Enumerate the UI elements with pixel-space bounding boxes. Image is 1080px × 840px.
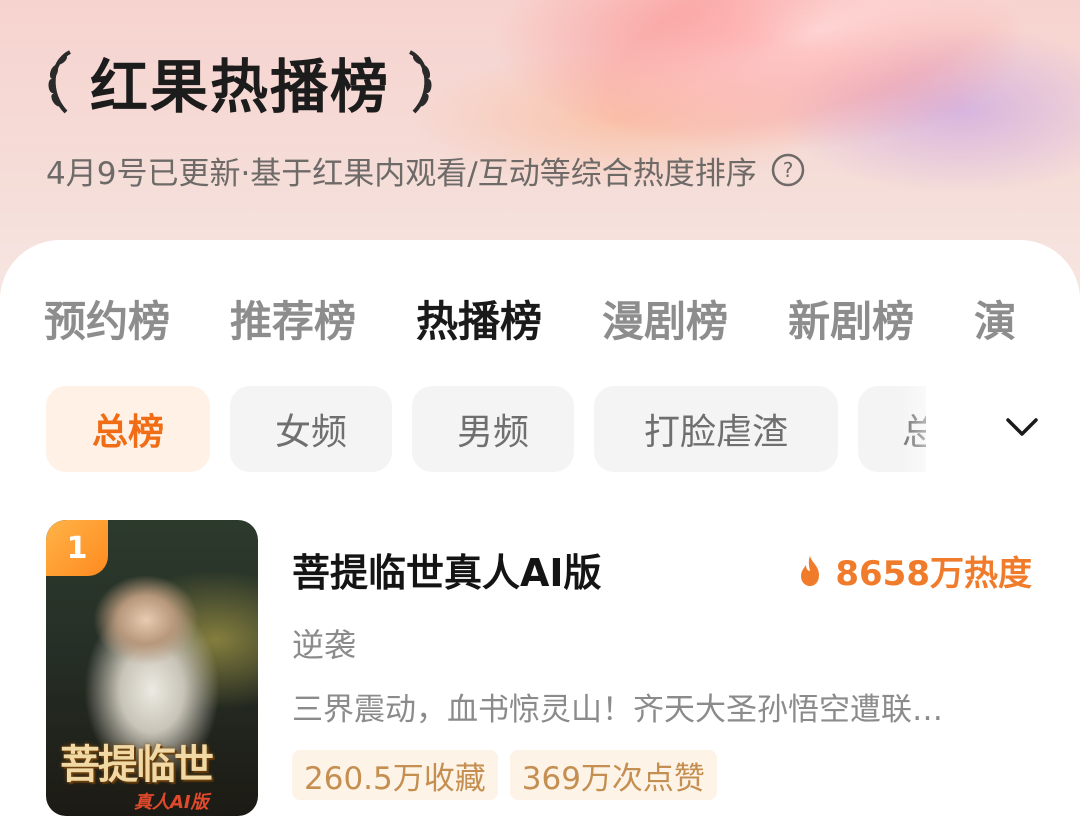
heat-indicator: 8658万热度	[797, 546, 1032, 595]
tab-comic[interactable]: 漫剧榜	[602, 288, 728, 349]
fire-icon	[801, 555, 820, 586]
laurel-left-icon	[48, 50, 72, 114]
tab-new[interactable]: 新剧榜	[788, 288, 914, 349]
tab-preorder[interactable]: 预约榜	[44, 288, 170, 349]
chip-all[interactable]: 总榜	[46, 386, 210, 472]
stats-row: 260.5万收藏 369万次点赞	[292, 750, 729, 800]
rank-badge: 1	[46, 520, 108, 576]
svg-text:?: ?	[782, 158, 793, 182]
chip-female[interactable]: 女频	[230, 386, 392, 472]
laurel-right-icon	[408, 50, 432, 114]
page-title: 红果热播榜	[90, 53, 391, 121]
chip-fade	[900, 380, 1080, 480]
favorites-badge: 260.5万收藏	[292, 750, 498, 800]
chevron-down-icon[interactable]	[1002, 412, 1042, 442]
tab-actor[interactable]: 演	[974, 288, 1016, 349]
chip-revenge[interactable]: 打脸虐渣	[594, 386, 838, 472]
drama-cover[interactable]: 1 菩提临世 真人AI版	[46, 520, 258, 816]
category-chips: 总榜 女频 男频 打脸虐渣 总	[46, 386, 926, 472]
drama-title[interactable]: 菩提临世真人AI版	[292, 542, 602, 597]
cover-subtitle-art: 真人AI版	[134, 792, 209, 813]
tab-recommend[interactable]: 推荐榜	[230, 288, 356, 349]
likes-badge: 369万次点赞	[509, 750, 717, 800]
subtitle-row: 4月9号已更新·基于红果内观看/互动等综合热度排序 ?	[46, 150, 805, 192]
cover-title-art: 菩提临世	[60, 741, 214, 788]
question-circle-icon[interactable]: ?	[771, 153, 805, 187]
tab-hot[interactable]: 热播榜	[416, 288, 542, 349]
ranking-tabs: 预约榜 推荐榜 热播榜 漫剧榜 新剧榜 演	[44, 288, 1076, 348]
heat-value: 8658万热度	[835, 554, 1032, 594]
chip-male[interactable]: 男频	[412, 386, 574, 472]
genre-tag: 逆袭	[292, 626, 357, 664]
list-item[interactable]: 1 菩提临世 真人AI版 菩提临世真人AI版 8658万热度 逆袭 三界震动，血…	[46, 520, 1046, 820]
title-row: 红果热播榜	[40, 42, 440, 122]
drama-description: 三界震动，血书惊灵山！齐天大圣孙悟空遭联…	[292, 692, 943, 728]
update-subtitle: 4月9号已更新·基于红果内观看/互动等综合热度排序	[46, 155, 757, 192]
